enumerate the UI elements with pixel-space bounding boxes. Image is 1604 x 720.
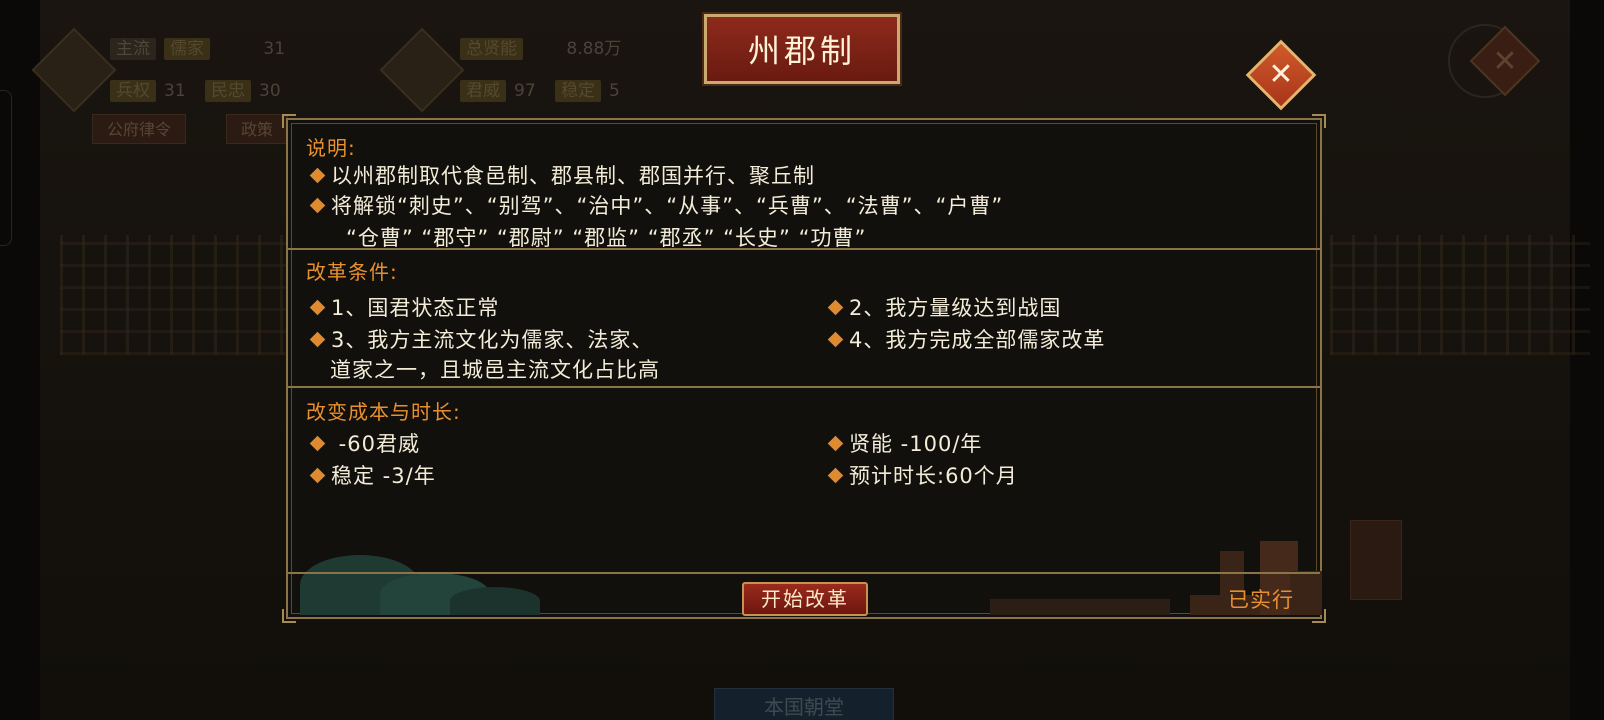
- bg-court-tab: 本国朝堂: [714, 688, 894, 720]
- diamond-bullet-icon: [827, 299, 844, 316]
- cost-item: 预计时长:60个月: [827, 460, 1018, 490]
- lattice-window-right: [1330, 235, 1590, 355]
- stat-talent: 总贤能 8.88万: [460, 38, 621, 60]
- reform-dialog: 说明: 以州郡制取代食邑制、郡县制、郡国并行、聚丘制 将解锁“刺史”、“别驾”、…: [282, 114, 1326, 623]
- condition-item: 1、国君状态正常: [309, 292, 499, 322]
- diamond-bullet-icon: [309, 467, 326, 484]
- description-line-cutoff: “仓曹” “郡守” “郡尉” “郡监” “郡丞” “长史” “功曹”: [346, 226, 867, 248]
- diamond-bullet-icon: [309, 197, 326, 214]
- cost-item: 贤能 -100/年: [827, 428, 982, 458]
- description-line: 以州郡制取代食邑制、郡县制、郡国并行、聚丘制: [309, 160, 815, 190]
- condition-item: 4、我方完成全部儒家改革: [827, 324, 1105, 354]
- stat-prestige: 君威 97 稳定 5: [460, 80, 620, 102]
- bg-side-button: [1350, 520, 1402, 600]
- corner-ornament: [1312, 609, 1326, 623]
- description-line: 将解锁“刺史”、“别驾”、“治中”、“从事”、“兵曹”、“法曹”、“户曹”: [309, 190, 1003, 220]
- conditions-title: 改革条件:: [306, 260, 398, 284]
- start-reform-button[interactable]: 开始改革: [742, 582, 868, 616]
- condition-item-continued: 道家之一，且城邑主流文化占比高: [330, 358, 660, 382]
- condition-item: 3、我方主流文化为儒家、法家、: [309, 324, 653, 354]
- cost-section: 改变成本与时长: -60君威 贤能 -100/年 稳定 -3/年 预计时长:60…: [288, 388, 1320, 508]
- stat-military: 兵权 31 民忠 30: [110, 80, 281, 102]
- diamond-bullet-icon: [309, 299, 326, 316]
- diamond-bullet-icon: [309, 435, 326, 452]
- stat-mainstream: 主流 儒家 31: [110, 38, 285, 60]
- conditions-section: 改革条件: 1、国君状态正常 2、我方量级达到战国 3、我方主流文化为儒家、法家…: [288, 250, 1320, 386]
- diamond-bullet-icon: [827, 331, 844, 348]
- cost-item: 稳定 -3/年: [309, 460, 436, 490]
- description-title: 说明:: [306, 136, 356, 160]
- diamond-bullet-icon: [827, 435, 844, 452]
- dialog-title-banner: 州郡制: [704, 14, 900, 84]
- close-icon: ✕: [1268, 57, 1294, 92]
- side-drawer-handle: [0, 90, 12, 246]
- implemented-status: 已实行: [1228, 588, 1294, 612]
- diamond-bullet-icon: [309, 331, 326, 348]
- diamond-bullet-icon: [827, 467, 844, 484]
- dialog-title: 州郡制: [747, 32, 856, 70]
- cost-title: 改变成本与时长:: [306, 400, 461, 424]
- cost-item: -60君威: [309, 428, 420, 458]
- condition-item: 2、我方量级达到战国: [827, 292, 1061, 322]
- lattice-window-left: [60, 235, 320, 355]
- bg-policy-button: 政策: [226, 114, 289, 144]
- diamond-bullet-icon: [309, 167, 326, 184]
- footer-divider: [288, 572, 1320, 574]
- corner-ornament: [282, 609, 296, 623]
- description-section: 说明: 以州郡制取代食邑制、郡县制、郡国并行、聚丘制 将解锁“刺史”、“别驾”、…: [288, 120, 1320, 248]
- bg-decree-button: 公府律令: [92, 114, 187, 144]
